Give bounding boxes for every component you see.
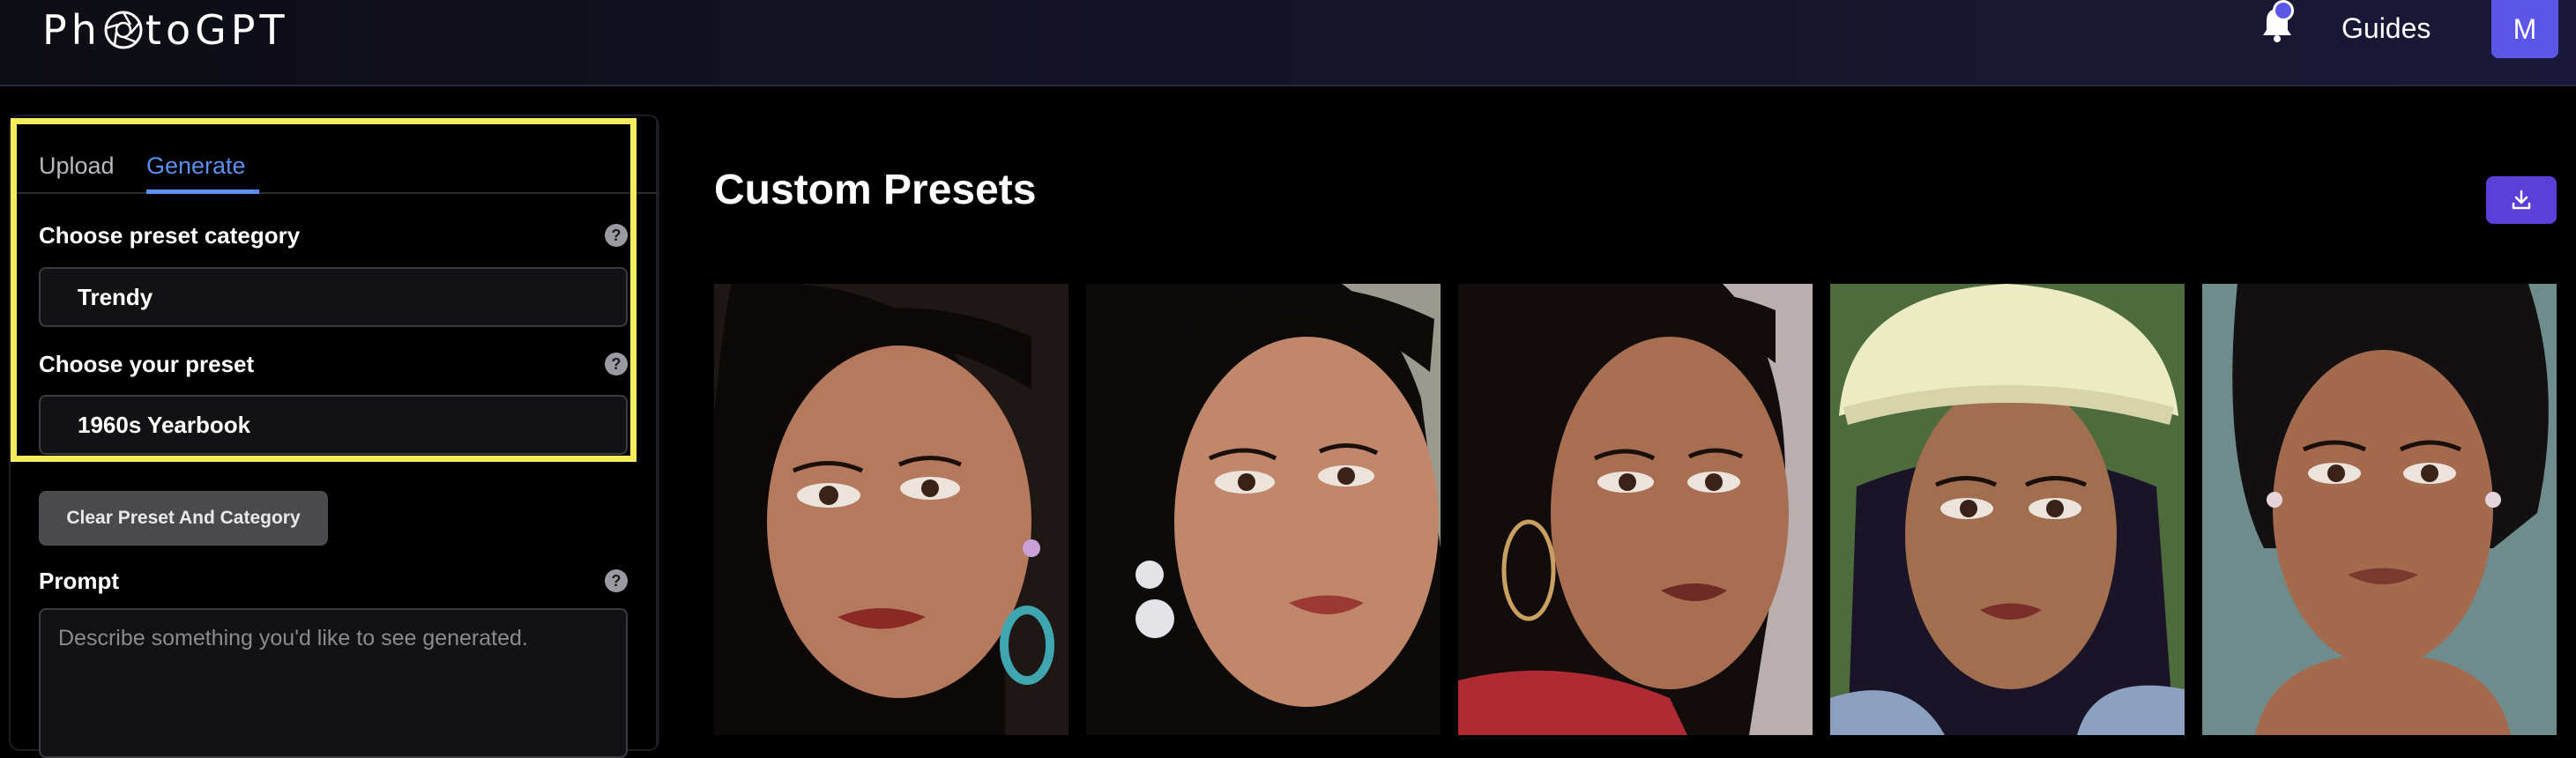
guides-link[interactable]: Guides [2341, 11, 2431, 46]
preset-label: Choose your preset [39, 351, 255, 377]
active-tab-indicator [146, 190, 259, 194]
preset-gallery [714, 284, 2576, 735]
question-mark-icon[interactable]: ? [605, 353, 628, 375]
preset-select[interactable]: 1960s Yearbook [39, 395, 628, 455]
panel-tabs: Upload Generate [11, 136, 658, 194]
top-header: Ph toGPT Guides M [0, 0, 2576, 86]
logo[interactable]: Ph toGPT [42, 5, 289, 55]
prompt-label: Prompt [39, 568, 119, 594]
question-mark-icon[interactable]: ? [605, 224, 628, 247]
logo-text-start: Ph [42, 6, 101, 54]
tab-upload[interactable]: Upload [39, 148, 115, 183]
user-avatar[interactable]: M [2491, 0, 2558, 58]
page-title: Custom Presets [714, 167, 1037, 213]
notification-badge [2273, 0, 2294, 21]
preset-category-select[interactable]: Trendy [39, 267, 628, 327]
preset-image-5[interactable] [2202, 284, 2557, 735]
preset-image-1[interactable] [714, 284, 1068, 735]
preset-category-label: Choose preset category [39, 222, 301, 249]
logo-text-end: toGPT [145, 6, 289, 54]
tab-generate[interactable]: Generate [146, 148, 246, 183]
preset-image-2[interactable] [1086, 284, 1441, 735]
preset-image-3[interactable] [1458, 284, 1813, 735]
question-mark-icon[interactable]: ? [605, 569, 628, 592]
camera-aperture-icon [103, 10, 144, 50]
download-icon [2512, 190, 2531, 210]
preset-image-4[interactable] [1830, 284, 2185, 735]
clear-preset-button[interactable]: Clear Preset And Category [39, 491, 328, 546]
download-button[interactable] [2486, 176, 2557, 224]
prompt-input[interactable] [39, 608, 628, 758]
